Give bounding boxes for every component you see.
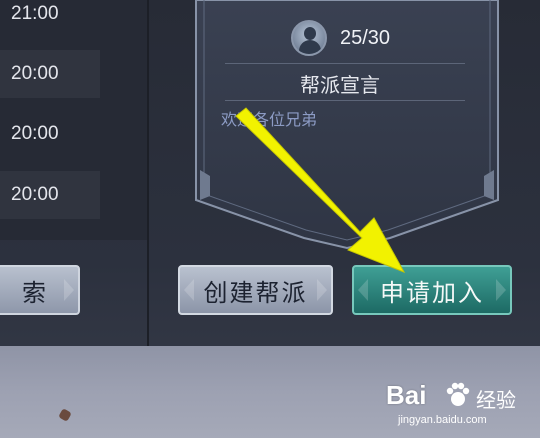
member-count: 25/30 <box>340 27 391 49</box>
time-list-panel: 21:00 20:00 20:00 20:00 <box>0 0 148 240</box>
create-guild-button-label: 创建帮派 <box>203 278 308 307</box>
search-button-label: 索 <box>22 278 48 307</box>
create-guild-button[interactable]: 创建帮派 <box>178 265 333 315</box>
watermark-url: jingyan.baidu.com <box>398 414 487 426</box>
watermark: Bai 经验 jingyan.baidu.com <box>386 380 536 430</box>
search-button[interactable]: 索 <box>0 265 80 315</box>
panel-divider <box>147 0 149 346</box>
game-scene: 21:00 20:00 20:00 20:00 25/30 帮派宣言 欢迎各位兄… <box>0 0 540 438</box>
time-label: 20:00 <box>11 184 59 205</box>
watermark-brand: Bai <box>386 380 427 410</box>
button-ornament <box>184 279 194 301</box>
paw-icon <box>446 382 470 406</box>
button-ornament <box>496 279 506 301</box>
time-row[interactable]: 20:00 <box>0 50 100 98</box>
button-ornament <box>358 279 368 301</box>
declaration-text: 欢迎各位兄弟 <box>221 110 318 129</box>
watermark-cn: 经验 <box>476 388 516 412</box>
time-label: 21:00 <box>11 3 59 24</box>
member-avatar-icon <box>291 20 327 56</box>
apply-join-button[interactable]: 申请加入 <box>352 265 512 315</box>
time-row[interactable]: 21:00 <box>0 0 100 38</box>
time-row[interactable]: 20:00 <box>0 110 100 158</box>
button-ornament <box>317 279 327 301</box>
button-ornament <box>64 279 74 301</box>
time-label: 20:00 <box>11 123 59 144</box>
apply-join-button-label: 申请加入 <box>380 278 484 307</box>
time-label: 20:00 <box>11 63 59 84</box>
time-row[interactable]: 20:00 <box>0 171 100 219</box>
declaration-heading: 帮派宣言 <box>300 73 380 97</box>
card-divider <box>225 100 465 101</box>
card-divider <box>225 63 465 64</box>
